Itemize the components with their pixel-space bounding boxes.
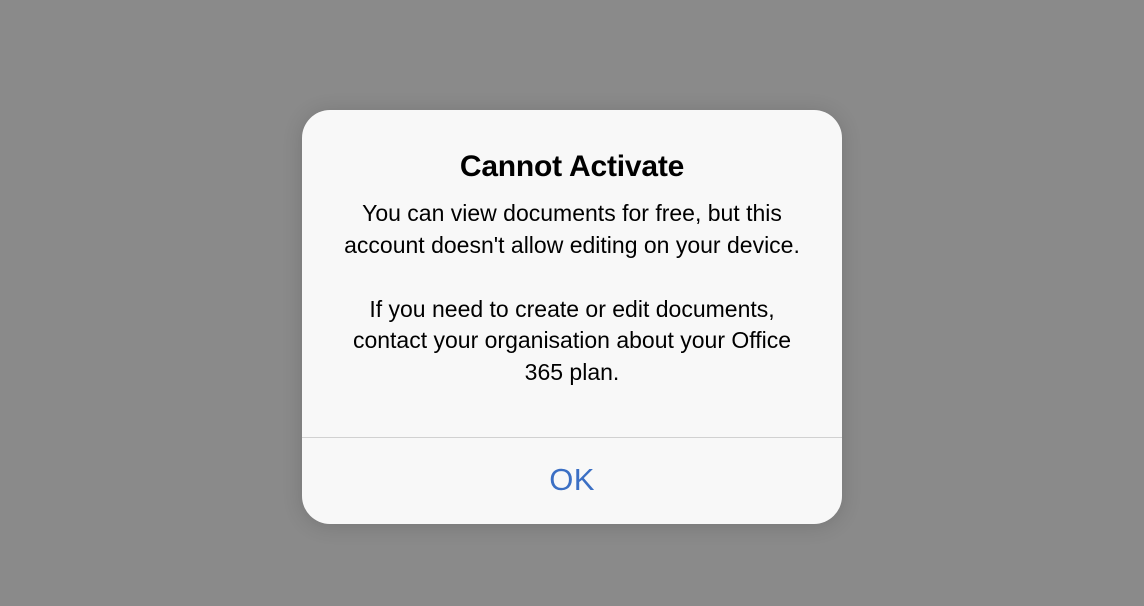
dialog-footer: OK (302, 437, 842, 524)
dialog-message-1: You can view documents for free, but thi… (332, 198, 812, 261)
dialog-message-2: If you need to create or edit documents,… (332, 294, 812, 389)
ok-button[interactable]: OK (302, 438, 842, 524)
dialog-content: Cannot Activate You can view documents f… (302, 110, 842, 437)
dialog-body: You can view documents for free, but thi… (332, 198, 812, 389)
dialog-title: Cannot Activate (332, 150, 812, 184)
alert-dialog: Cannot Activate You can view documents f… (302, 110, 842, 524)
